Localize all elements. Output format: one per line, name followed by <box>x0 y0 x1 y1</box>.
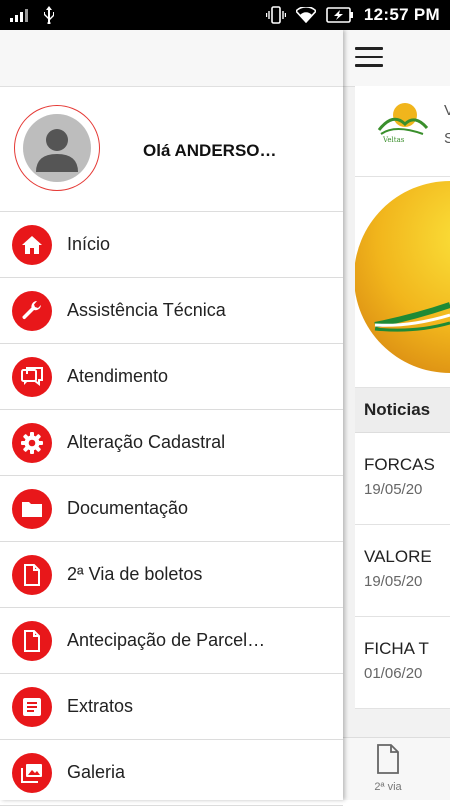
menu-item-extratos[interactable]: Extratos <box>0 674 343 740</box>
company-subtitle-fragment: S <box>444 130 450 147</box>
gallery-icon <box>12 752 52 793</box>
gear-icon <box>12 422 52 463</box>
battery-charging-icon <box>326 7 353 23</box>
menu-item-label: Antecipação de Parcel… <box>67 630 266 650</box>
user-icon <box>36 129 78 172</box>
drawer-menu: Início Assistência Técnica Atendimento A… <box>0 212 343 806</box>
menu-item-label: Galeria <box>67 762 126 782</box>
content-card: Veltas V S Noticias FORCAS 19/05/20 VALO… <box>355 86 450 709</box>
news-item-title: VALORE <box>364 547 432 566</box>
news-item-title: FORCAS <box>364 455 435 474</box>
bottom-navigation: 2ª via <box>343 737 450 800</box>
avatar <box>23 114 91 182</box>
svg-text:Veltas: Veltas <box>382 136 405 144</box>
signal-icon <box>10 9 28 22</box>
status-bar: 12:57 PM <box>0 0 450 30</box>
news-item[interactable]: FORCAS 19/05/20 <box>355 433 450 525</box>
user-greeting: Olá ANDERSO… <box>143 141 277 160</box>
news-item-date: 19/05/20 <box>364 573 423 590</box>
navigation-drawer: Olá ANDERSO… Início Assistência Técnica <box>0 30 343 806</box>
company-logo: Veltas <box>377 103 429 144</box>
menu-item-label: Atendimento <box>67 366 169 386</box>
avatar-ring[interactable] <box>14 105 100 191</box>
company-name-fragment: V <box>444 102 450 119</box>
profile-header: Olá ANDERSO… <box>0 87 343 212</box>
menu-item-label: Documentação <box>67 498 189 518</box>
menu-item-inicio[interactable]: Início <box>0 212 343 278</box>
menu-item-label: Extratos <box>67 696 134 716</box>
menu-item-alteracao-cadastral[interactable]: Alteração Cadastral <box>0 410 343 476</box>
usb-icon <box>44 6 54 24</box>
menu-item-label: Alteração Cadastral <box>67 432 226 452</box>
vibrate-icon <box>265 6 286 24</box>
banner-image <box>355 177 450 388</box>
news-item[interactable]: FICHA T 01/06/20 <box>355 617 450 709</box>
document-icon <box>12 554 52 595</box>
company-header: Veltas V S <box>355 86 450 177</box>
menu-item-antecipacao-parcelas[interactable]: Antecipação de Parcel… <box>0 608 343 674</box>
menu-item-assistencia-tecnica[interactable]: Assistência Técnica <box>0 278 343 344</box>
news-item-title: FICHA T <box>364 639 429 658</box>
document-icon <box>377 744 399 774</box>
chat-icon <box>12 356 52 397</box>
list-icon <box>12 686 52 727</box>
menu-item-label: 2ª Via de boletos <box>67 564 203 584</box>
menu-item-label: Início <box>67 234 111 254</box>
news-item-date: 19/05/20 <box>364 481 423 498</box>
drawer-topbar <box>0 30 343 87</box>
document-icon <box>12 620 52 661</box>
menu-item-label: Assistência Técnica <box>67 300 226 320</box>
menu-item-atendimento[interactable]: Atendimento <box>0 344 343 410</box>
menu-item-2via-boletos[interactable]: 2ª Via de boletos <box>0 542 343 608</box>
menu-item-documentacao[interactable]: Documentação <box>0 476 343 542</box>
home-icon <box>12 224 52 265</box>
folder-icon <box>12 488 52 529</box>
hamburger-menu-icon[interactable] <box>355 47 383 67</box>
wifi-icon <box>295 7 316 23</box>
news-item[interactable]: VALORE 19/05/20 <box>355 525 450 617</box>
bottom-tab-2via[interactable]: 2ª via <box>360 744 416 793</box>
news-item-date: 01/06/20 <box>364 665 423 682</box>
app-toolbar <box>343 30 450 87</box>
background-app: Veltas V S Noticias FORCAS 19/05/20 VALO… <box>343 30 450 800</box>
bottom-tab-label: 2ª via <box>374 781 402 793</box>
wrench-icon <box>12 290 52 331</box>
clock: 12:57 PM <box>363 5 440 24</box>
menu-item-galeria[interactable]: Galeria <box>0 740 343 806</box>
news-section-title: Noticias <box>355 388 450 433</box>
